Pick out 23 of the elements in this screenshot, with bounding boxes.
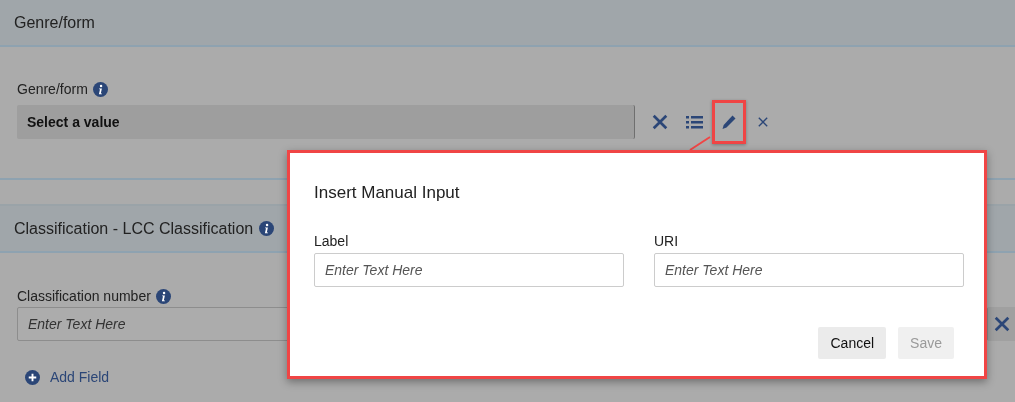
- plus-icon: [25, 369, 40, 385]
- cancel-button[interactable]: Cancel: [818, 327, 887, 359]
- list-icon: [685, 115, 703, 129]
- info-icon[interactable]: [155, 288, 171, 304]
- field-label: Genre/form: [17, 81, 88, 97]
- text-input[interactable]: Enter Text Here: [654, 253, 964, 287]
- text-input[interactable]: Enter Text Here: [314, 253, 624, 287]
- add-field-button[interactable]: Add Field: [25, 369, 110, 385]
- value-select[interactable]: Select a value: [17, 105, 635, 139]
- close-icon: [992, 315, 1011, 333]
- pencil-icon: [721, 114, 737, 130]
- section-title: Classification - LCC Classification: [14, 219, 254, 238]
- edit-button[interactable]: [712, 100, 746, 144]
- section-title: Genre/form: [14, 13, 95, 32]
- close-icon: [651, 113, 669, 131]
- info-icon[interactable]: [259, 221, 275, 236]
- dialog-title: Insert Manual Input: [314, 183, 461, 203]
- field-label: Classification number: [17, 288, 151, 304]
- remove-button[interactable]: [988, 307, 1015, 341]
- close-icon: [757, 116, 769, 128]
- field-label: Label: [314, 233, 350, 249]
- field-label: URI: [654, 233, 680, 249]
- info-icon[interactable]: [92, 81, 108, 97]
